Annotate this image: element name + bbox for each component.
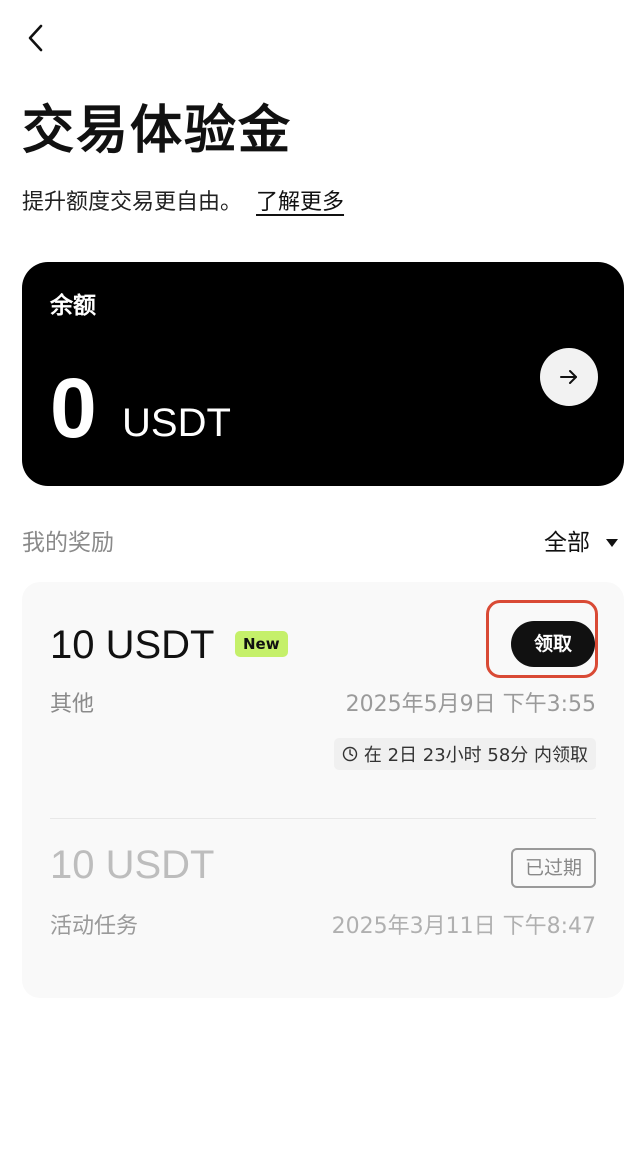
chevron-left-icon (28, 24, 43, 52)
clock-icon (342, 746, 358, 762)
balance-label: 余额 (50, 293, 96, 319)
arrow-right-icon (560, 370, 577, 384)
page-title: 交易体验金 (22, 101, 293, 161)
back-button[interactable] (22, 20, 52, 56)
subtitle-row: 提升额度交易更自由。 了解更多 (22, 186, 344, 220)
deadline-chip: 在 2日 23小时 58分 内领取 (333, 738, 596, 770)
rewards-page: 交易体验金 提升额度交易更自由。 了解更多 余额 0 USDT 我的奖励 全部 1… (0, 0, 644, 1150)
balance-unit: USDT (122, 401, 231, 445)
reward-item: 10 USDT New 领取 其他 2025年5月9日 下午3:55 在 2日 … (22, 582, 624, 818)
claim-button[interactable]: 领取 (511, 621, 595, 667)
caret-down-icon (606, 539, 618, 547)
reward-source: 其他 (50, 692, 95, 717)
expired-badge: 已过期 (510, 848, 596, 888)
balance-amount: 0 (50, 361, 97, 455)
reward-item: 10 USDT 已过期 活动任务 2025年3月11日 下午8:47 (22, 818, 624, 998)
new-badge: New (235, 631, 288, 657)
deadline-text: 在 2日 23小时 58分 内领取 (363, 745, 588, 766)
reward-amount: 10 USDT (50, 843, 215, 887)
learn-more-link[interactable]: 了解更多 (256, 190, 344, 215)
rewards-section-title: 我的奖励 (22, 530, 114, 556)
rewards-list: 10 USDT New 领取 其他 2025年5月9日 下午3:55 在 2日 … (22, 582, 624, 998)
filter-label: 全部 (544, 530, 590, 556)
reward-source: 活动任务 (50, 914, 139, 939)
balance-detail-button[interactable] (540, 348, 598, 406)
reward-date: 2025年5月9日 下午3:55 (345, 692, 596, 717)
filter-dropdown[interactable]: 全部 (544, 526, 618, 560)
subtitle-text: 提升额度交易更自由。 (22, 190, 243, 215)
reward-date: 2025年3月11日 下午8:47 (331, 914, 596, 939)
balance-card: 余额 0 USDT (22, 262, 624, 486)
reward-amount: 10 USDT (50, 623, 215, 667)
